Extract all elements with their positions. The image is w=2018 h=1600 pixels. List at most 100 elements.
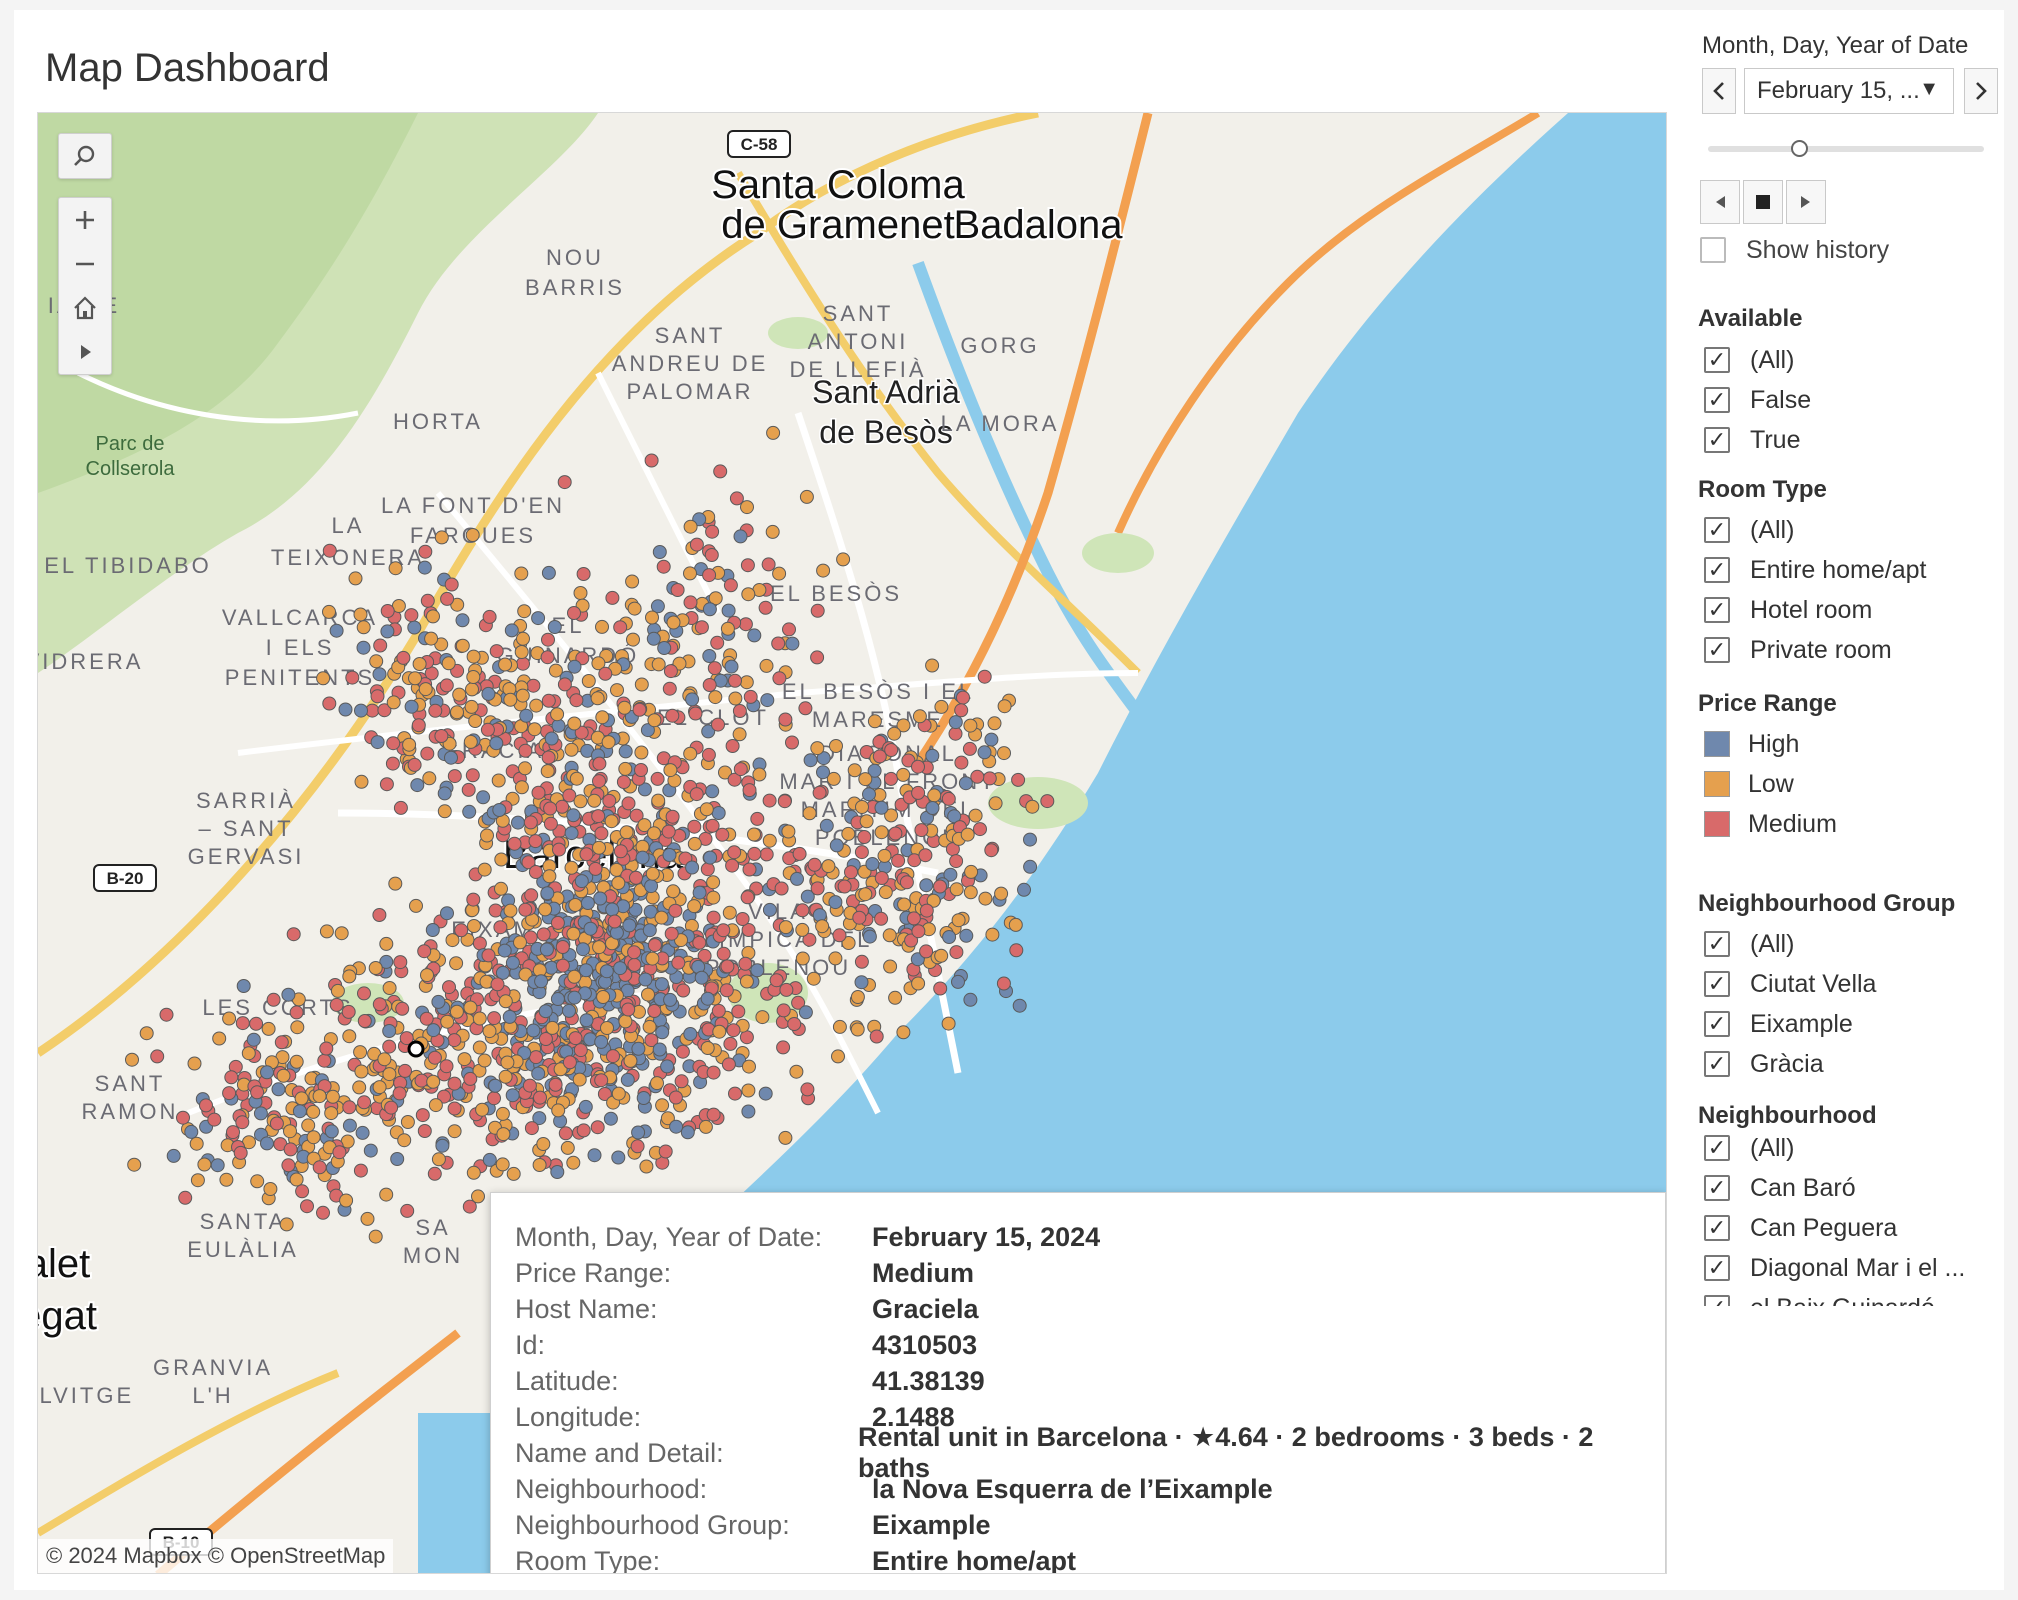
listing-point[interactable]	[440, 906, 454, 921]
listing-point[interactable]	[726, 1023, 741, 1038]
listing-point[interactable]	[700, 862, 715, 877]
listing-point[interactable]	[636, 1091, 651, 1105]
listing-point[interactable]	[388, 561, 403, 576]
listing-point[interactable]	[964, 864, 979, 879]
listing-point[interactable]	[675, 1044, 690, 1059]
listing-point[interactable]	[850, 1022, 865, 1037]
listing-point[interactable]	[312, 1089, 327, 1104]
listing-point[interactable]	[708, 690, 723, 705]
listing-point[interactable]	[564, 860, 579, 875]
listing-point[interactable]	[762, 793, 777, 808]
listing-point[interactable]	[743, 689, 758, 704]
listing-point[interactable]	[355, 1125, 370, 1140]
listing-point[interactable]	[594, 1034, 609, 1049]
listing-point[interactable]	[329, 997, 344, 1012]
listing-point[interactable]	[613, 844, 628, 859]
listing-point[interactable]	[357, 1014, 372, 1028]
listing-point[interactable]	[219, 1172, 234, 1187]
date-slider[interactable]	[1708, 140, 1984, 157]
listing-point[interactable]	[639, 1159, 654, 1174]
listing-point[interactable]	[441, 656, 456, 671]
listing-point[interactable]	[670, 583, 685, 597]
listing-point[interactable]	[657, 641, 672, 655]
listing-point[interactable]	[541, 565, 556, 580]
listing-point[interactable]	[226, 1125, 240, 1140]
listing-point[interactable]	[454, 923, 469, 938]
listing-point[interactable]	[431, 994, 446, 1009]
listing-point[interactable]	[719, 983, 734, 998]
listing-point[interactable]	[568, 898, 583, 912]
listing-point[interactable]	[963, 718, 978, 733]
listing-point[interactable]	[739, 974, 754, 989]
listing-point[interactable]	[595, 710, 610, 725]
listing-point[interactable]	[613, 620, 628, 635]
listing-point[interactable]	[629, 870, 643, 885]
show-history-toggle[interactable]: Show history	[1700, 232, 1889, 268]
listing-point[interactable]	[246, 1032, 261, 1047]
listing-point[interactable]	[249, 1016, 264, 1031]
listing-point[interactable]	[547, 620, 562, 634]
listing-point[interactable]	[760, 693, 775, 708]
listing-point[interactable]	[590, 1120, 605, 1135]
listing-point[interactable]	[356, 620, 371, 635]
listing-point[interactable]	[515, 688, 530, 703]
filter-option[interactable]: ✓ Ciutat Vella	[1704, 966, 1876, 1002]
listing-point[interactable]	[725, 858, 740, 873]
listing-point[interactable]	[609, 925, 624, 940]
checkbox[interactable]: ✓	[1704, 1135, 1730, 1161]
listing-point[interactable]	[652, 545, 667, 559]
legend-item[interactable]: Low	[1704, 766, 1794, 802]
listing-point[interactable]	[372, 667, 387, 682]
listing-point[interactable]	[694, 970, 709, 985]
listing-point[interactable]	[466, 670, 481, 684]
listing-point[interactable]	[674, 1074, 689, 1089]
listing-point[interactable]	[731, 1004, 746, 1019]
listing-point[interactable]	[472, 936, 487, 951]
listing-point[interactable]	[526, 678, 541, 693]
listing-point[interactable]	[699, 802, 714, 817]
listing-point[interactable]	[281, 987, 296, 1002]
neighbourhood-filter[interactable]: ✓ (All) ✓ Can Baró ✓ Can Peguera ✓ Diagonal Mar…	[1684, 1130, 2004, 1306]
listing-point[interactable]	[541, 750, 556, 765]
listing-point[interactable]	[941, 1016, 956, 1031]
checkbox[interactable]: ✓	[1704, 347, 1730, 373]
listing-point[interactable]	[551, 718, 566, 733]
listing-point[interactable]	[465, 768, 480, 783]
listing-point[interactable]	[888, 826, 903, 841]
listing-point[interactable]	[592, 756, 607, 771]
listing-point[interactable]	[482, 1152, 497, 1167]
listing-point[interactable]	[330, 983, 345, 998]
listing-point[interactable]	[741, 1083, 756, 1098]
listing-point[interactable]	[642, 923, 657, 938]
listing-point[interactable]	[517, 604, 532, 619]
listing-point[interactable]	[742, 862, 757, 877]
listing-point[interactable]	[854, 845, 869, 860]
listing-point[interactable]	[806, 971, 821, 986]
listing-point[interactable]	[345, 670, 360, 685]
listing-point[interactable]	[235, 1115, 250, 1130]
listing-point[interactable]	[507, 836, 522, 851]
listing-point[interactable]	[651, 793, 666, 808]
listing-point[interactable]	[127, 1157, 142, 1172]
listing-point[interactable]	[772, 671, 787, 686]
listing-point[interactable]	[322, 543, 337, 558]
listing-point[interactable]	[419, 1011, 434, 1026]
listing-point[interactable]	[742, 1059, 756, 1074]
listing-point[interactable]	[544, 960, 559, 975]
listing-point[interactable]	[654, 977, 669, 992]
listing-point[interactable]	[611, 876, 626, 890]
listing-point[interactable]	[342, 969, 357, 984]
listing-point[interactable]	[949, 854, 964, 869]
listing-point[interactable]	[263, 1182, 278, 1196]
listing-point[interactable]	[869, 1029, 884, 1044]
listing-point[interactable]	[184, 1124, 199, 1139]
listing-point[interactable]	[658, 1144, 673, 1159]
filter-option[interactable]: ✓ (All)	[1704, 342, 1794, 378]
listing-point[interactable]	[702, 568, 717, 583]
listing-point[interactable]	[769, 973, 784, 988]
listing-point[interactable]	[680, 1125, 695, 1140]
listing-point[interactable]	[363, 1143, 378, 1158]
listing-point[interactable]	[415, 1108, 430, 1123]
listing-point[interactable]	[927, 788, 942, 803]
listing-point[interactable]	[579, 1013, 594, 1028]
